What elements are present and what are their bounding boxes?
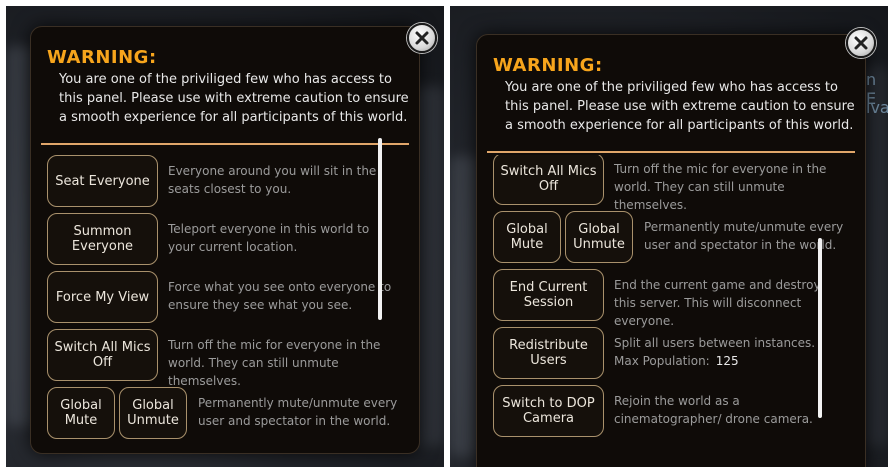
switch-all-mics-off-button[interactable]: Switch All Mics Off bbox=[47, 329, 158, 381]
scrollbar[interactable] bbox=[818, 238, 822, 418]
action-description: Turn off the mic for everyone in the wor… bbox=[168, 338, 381, 388]
action-row-global-mute: Global Mute Global Unmute Permanently mu… bbox=[44, 385, 398, 441]
divider bbox=[487, 151, 855, 153]
divider bbox=[41, 143, 409, 145]
close-x-icon bbox=[854, 36, 868, 50]
action-description: Split all users between instances. Max P… bbox=[614, 334, 844, 370]
action-description: Teleport everyone in this world to your … bbox=[168, 222, 370, 254]
action-description: Rejoin the world as a cinematographer/ d… bbox=[614, 394, 813, 426]
force-my-view-button[interactable]: Force My View bbox=[47, 271, 158, 323]
warning-text: You are one of the priviliged few who ha… bbox=[59, 72, 409, 125]
action-description: End the current game and destroy this se… bbox=[614, 278, 821, 328]
switch-all-mics-off-button[interactable]: Switch All Mics Off bbox=[493, 155, 604, 205]
action-row-switch-mics-off: Switch All Mics Off Turn off the mic for… bbox=[44, 327, 398, 388]
action-row-redistribute-users: Redistribute Users Split all users betwe… bbox=[490, 325, 844, 381]
admin-panel: WARNING: You are one of the priviliged f… bbox=[476, 34, 866, 467]
background-text: ıva bbox=[866, 98, 888, 117]
screenshot-right: n E ıva WARNING: You are one of the priv… bbox=[450, 6, 888, 467]
action-row-summon-everyone: Summon Everyone Teleport everyone in thi… bbox=[44, 211, 398, 267]
action-description: Permanently mute/unmute every user and s… bbox=[198, 396, 398, 428]
action-row-dop-camera: Switch to DOP Camera Rejoin the world as… bbox=[490, 383, 844, 439]
action-description: Everyone around you will sit in the seat… bbox=[168, 164, 377, 196]
action-row-end-session: End Current Session End the current game… bbox=[490, 267, 844, 328]
seat-everyone-button[interactable]: Seat Everyone bbox=[47, 155, 158, 207]
screenshot-left: WARNING: You are one of the priviliged f… bbox=[6, 6, 444, 467]
action-row-global-mute: Global Mute Global Unmute Permanently mu… bbox=[490, 209, 844, 265]
scrollbar[interactable] bbox=[378, 138, 382, 320]
redistribute-description: Split all users between instances. bbox=[614, 336, 816, 350]
action-row-force-my-view: Force My View Force what you see onto ev… bbox=[44, 269, 398, 325]
max-population: Max Population: 125 bbox=[614, 352, 844, 370]
max-population-value: 125 bbox=[715, 354, 739, 368]
close-button[interactable] bbox=[846, 28, 876, 58]
redistribute-users-button[interactable]: Redistribute Users bbox=[493, 327, 604, 379]
action-row-seat-everyone: Seat Everyone Everyone around you will s… bbox=[44, 153, 398, 209]
action-description: Permanently mute/unmute every user and s… bbox=[644, 220, 844, 252]
summon-everyone-button[interactable]: Summon Everyone bbox=[47, 213, 158, 265]
warning-title: WARNING: bbox=[493, 55, 603, 76]
actions-list: Switch All Mics Off Turn off the mic for… bbox=[490, 155, 844, 467]
action-description: Turn off the mic for everyone in the wor… bbox=[614, 162, 827, 212]
admin-panel: WARNING: You are one of the priviliged f… bbox=[30, 26, 420, 454]
global-unmute-button[interactable]: Global Unmute bbox=[565, 211, 633, 263]
switch-to-dop-camera-button[interactable]: Switch to DOP Camera bbox=[493, 385, 604, 437]
warning-text: You are one of the priviliged few who ha… bbox=[505, 80, 855, 133]
action-row-switch-mics-off: Switch All Mics Off Turn off the mic for… bbox=[490, 155, 844, 212]
warning-title: WARNING: bbox=[47, 47, 157, 68]
action-description: Force what you see onto everyone to ensu… bbox=[168, 280, 392, 312]
global-mute-button[interactable]: Global Mute bbox=[493, 211, 561, 263]
actions-list: Seat Everyone Everyone around you will s… bbox=[44, 147, 398, 449]
global-mute-button[interactable]: Global Mute bbox=[47, 387, 115, 439]
end-current-session-button[interactable]: End Current Session bbox=[493, 269, 604, 321]
global-unmute-button[interactable]: Global Unmute bbox=[119, 387, 187, 439]
max-population-label: Max Population: bbox=[614, 354, 710, 368]
close-x-icon bbox=[415, 31, 429, 45]
close-button[interactable] bbox=[407, 23, 437, 53]
